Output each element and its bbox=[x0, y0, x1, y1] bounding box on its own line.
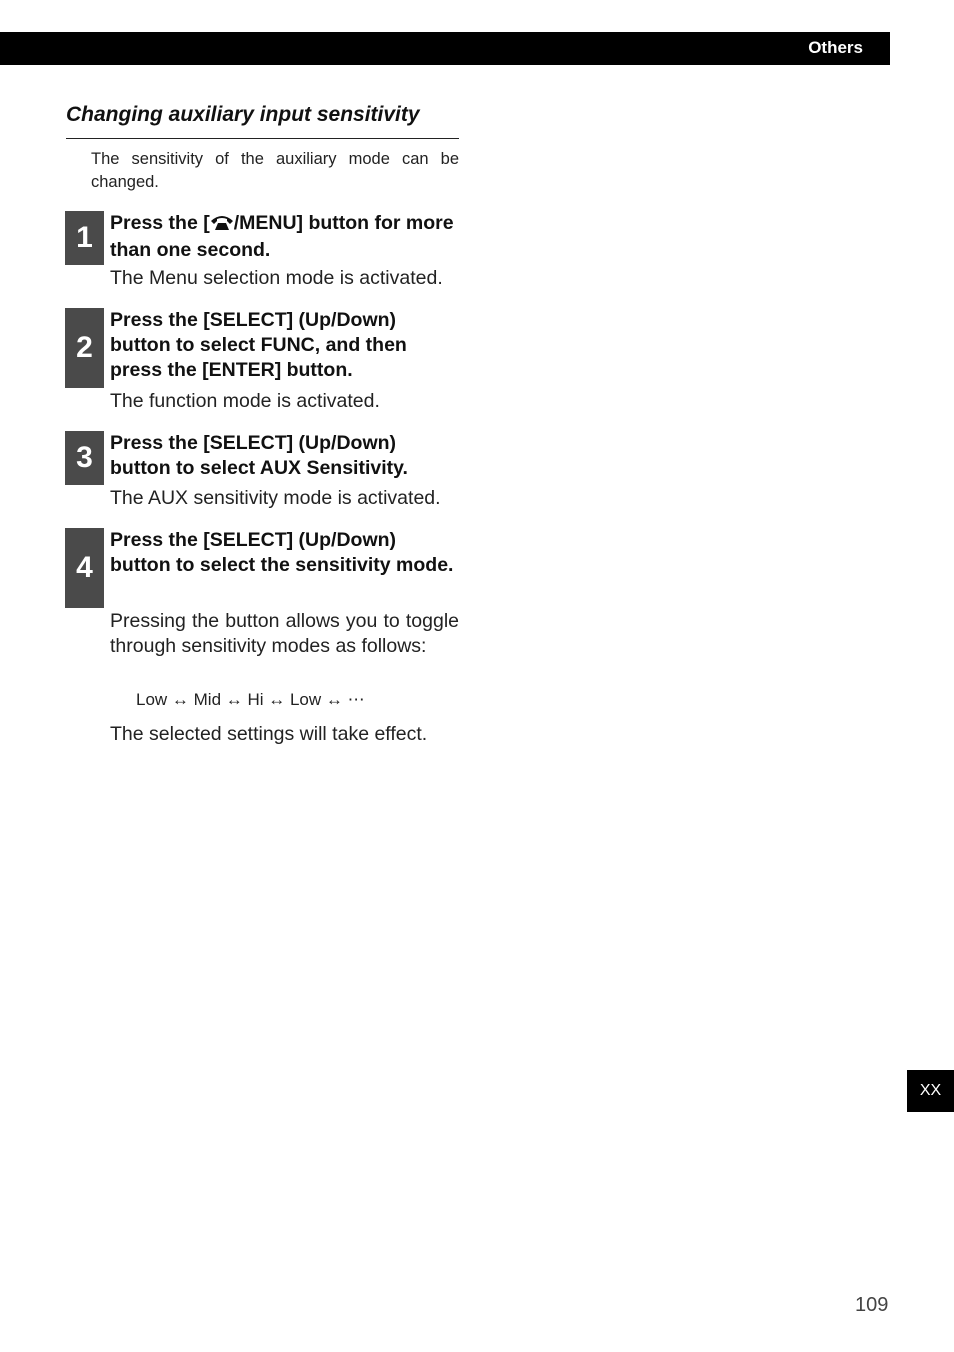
step-instruction: Press the [SELECT] (Up/Down) button to s… bbox=[110, 432, 408, 479]
section-header-bar: Others bbox=[0, 32, 890, 65]
step-instruction: Press the [/MENU] button for more than o… bbox=[110, 212, 454, 261]
sensitivity-sequence: Low ↔ Mid ↔ Hi ↔ Low ↔ ⋯ bbox=[136, 690, 365, 709]
title-divider bbox=[66, 138, 459, 139]
step-result: Pressing the button allows you to toggle… bbox=[110, 610, 459, 657]
step-number: 4 bbox=[65, 528, 104, 608]
step-4: 4 Press the [SELECT] (Up/Down) button to… bbox=[65, 528, 459, 688]
page-number: 109 bbox=[855, 1294, 889, 1316]
language-tab: XX bbox=[907, 1070, 954, 1112]
step-1: 1 Press the [/MENU] button for more than… bbox=[65, 211, 459, 291]
section-title: Others bbox=[808, 38, 863, 57]
step-result: The function mode is activated. bbox=[110, 390, 380, 412]
step-3: 3 Press the [SELECT] (Up/Down) button to… bbox=[65, 431, 459, 516]
phone-handset-icon bbox=[210, 213, 234, 238]
intro-text: The sensitivity of the auxiliary mode ca… bbox=[91, 150, 459, 191]
step-number: 2 bbox=[65, 308, 104, 388]
step-number: 1 bbox=[65, 211, 104, 265]
step-number: 3 bbox=[65, 431, 104, 485]
step-result: The AUX sensitivity mode is activated. bbox=[110, 487, 441, 509]
step-result: The Menu selection mode is activated. bbox=[110, 267, 443, 289]
step-instruction: Press the [SELECT] (Up/Down) button to s… bbox=[110, 529, 454, 576]
step-instruction: Press the [SELECT] (Up/Down) button to s… bbox=[110, 309, 407, 381]
page-title: Changing auxiliary input sensitivity bbox=[66, 103, 420, 126]
step-2: 2 Press the [SELECT] (Up/Down) button to… bbox=[65, 308, 459, 418]
final-note: The selected settings will take effect. bbox=[110, 723, 428, 745]
